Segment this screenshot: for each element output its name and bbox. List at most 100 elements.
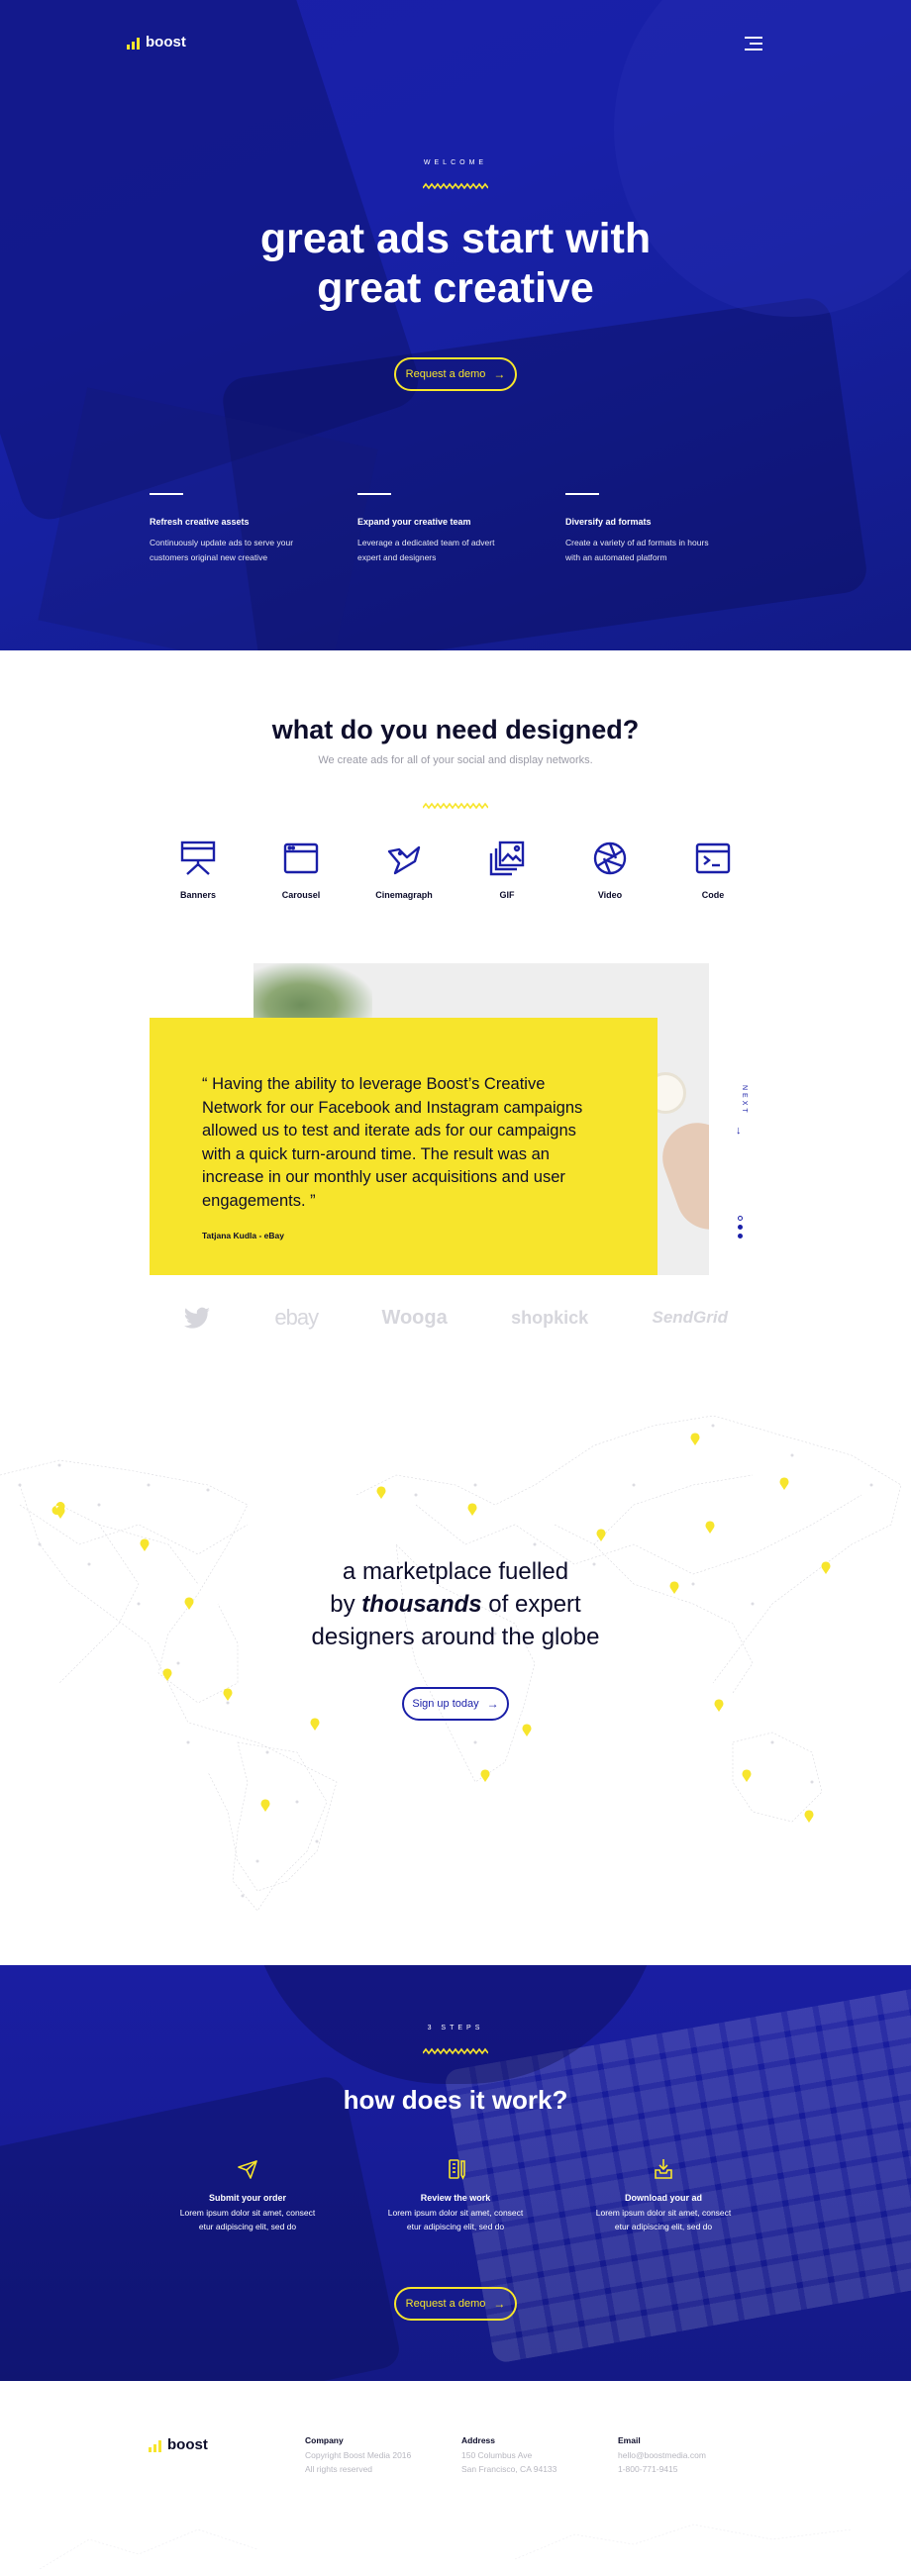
hero-title-line-1: great ads start with — [259, 215, 652, 262]
footer-address: Address 150 Columbus Ave San Francisco, … — [461, 2433, 557, 2476]
marketplace-line-2-post: of expert — [481, 1591, 581, 1618]
footer-rights: All rights reserved — [305, 2464, 373, 2474]
ad-type-code[interactable]: Code — [673, 840, 753, 900]
feature-divider — [150, 493, 183, 495]
marketplace-line-3: designers around the globe — [311, 1624, 600, 1650]
footer-email-link[interactable]: hello@boostmedia.com — [618, 2448, 706, 2462]
slider-dot[interactable] — [738, 1234, 743, 1238]
footer-city: San Francisco, CA 94133 — [461, 2464, 557, 2474]
steps-title: how does it work? — [343, 2085, 568, 2115]
sign-up-button[interactable]: Sign up today → — [402, 1687, 509, 1721]
ebay-logo: ebay — [274, 1305, 319, 1330]
footer-heading: Address — [461, 2435, 496, 2445]
step-1: Submit your order Lorem ipsum dolor sit … — [168, 2158, 327, 2233]
ad-type-label: Banners — [179, 890, 216, 900]
marketplace-heading: a marketplace fuelled by thousands of ex… — [257, 1555, 654, 1653]
hero-title: great ads start with great creative — [158, 214, 753, 313]
download-tray-icon — [655, 2159, 672, 2179]
footer-logo[interactable]: boost — [149, 2436, 208, 2453]
testimonial-card: “ Having the ability to leverage Boost’s… — [150, 1018, 658, 1275]
feature-text: Create a variety of ad formats in hours w… — [565, 538, 709, 562]
presentation-board-icon — [180, 841, 216, 875]
step-text: Lorem ipsum dolor sit amet, consect etur … — [387, 2208, 524, 2231]
marketplace-line-1: a marketplace fuelled — [342, 1558, 569, 1585]
footer-street: 150 Columbus Ave — [461, 2450, 533, 2460]
zigzag-divider-icon — [423, 2047, 488, 2055]
ad-type-label: Cinemagraph — [375, 890, 433, 900]
feature-text: Continuously update ads to serve your cus… — [150, 538, 294, 562]
ad-types-list: Banners Carousel Cinemagraph GIF Video C… — [158, 840, 753, 900]
hamburger-icon[interactable] — [745, 37, 762, 50]
request-demo-button[interactable]: Request a demo → — [394, 357, 517, 391]
camera-aperture-icon — [593, 842, 627, 875]
step-3: Download your ad Lorem ipsum dolor sit a… — [584, 2158, 743, 2233]
twitter-logo-icon — [184, 1307, 210, 1329]
ad-type-cinemagraph[interactable]: Cinemagraph — [364, 840, 444, 900]
zigzag-divider-icon — [423, 182, 488, 190]
slider-dot[interactable] — [738, 1216, 743, 1221]
step-text: Lorem ipsum dolor sit amet, consect etur … — [595, 2208, 732, 2231]
header-logo[interactable]: boost — [127, 34, 186, 50]
logo-text: boost — [167, 2436, 208, 2453]
ad-type-label: GIF — [499, 890, 515, 900]
footer — [0, 2381, 911, 2576]
ad-type-label: Video — [597, 890, 623, 900]
footer-copyright: Copyright Boost Media 2016 — [305, 2450, 412, 2460]
step-text: Lorem ipsum dolor sit amet, consect etur … — [179, 2208, 316, 2231]
footer-heading: Company — [305, 2435, 344, 2445]
logo-bars-icon — [127, 38, 140, 50]
arrow-right-icon: → — [493, 2297, 506, 2311]
browser-window-icon — [283, 842, 319, 874]
hero-eyebrow: WELCOME — [423, 159, 488, 166]
hand-image — [653, 1113, 709, 1239]
logo-bars-icon — [149, 2440, 161, 2452]
feature-text: Leverage a dedicated team of advert exper… — [357, 538, 495, 562]
slider-dot-active[interactable] — [738, 1225, 743, 1230]
sign-up-label: Sign up today — [412, 1698, 479, 1710]
ad-type-label: Carousel — [281, 890, 321, 900]
next-slide-button[interactable]: NEXT — [738, 1085, 748, 1116]
footer-heading: Email — [618, 2435, 641, 2445]
sendgrid-logo: SendGrid — [652, 1308, 728, 1327]
designed-title: what do you need designed? — [271, 715, 640, 744]
request-demo-label: Request a demo — [405, 368, 486, 380]
arrow-right-icon: → — [493, 367, 506, 381]
footer-phone[interactable]: 1-800-771-9415 — [618, 2462, 706, 2476]
logo-text: boost — [146, 34, 186, 50]
code-window-icon — [695, 842, 731, 874]
paper-plane-icon — [238, 2160, 257, 2179]
footer-company: Company Copyright Boost Media 2016 All r… — [305, 2433, 411, 2476]
designed-subtitle: We create ads for all of your social and… — [318, 754, 593, 766]
ad-type-gif[interactable]: GIF — [467, 840, 547, 900]
ad-type-video[interactable]: Video — [570, 840, 650, 900]
hero-feature-2: Expand your creative team Leverage a ded… — [357, 493, 526, 565]
steps-eyebrow: 3 STEPS — [427, 2025, 484, 2031]
step-title: Submit your order — [208, 2193, 286, 2203]
image-stack-icon — [489, 841, 525, 876]
testimonial-quote: “ Having the ability to leverage Boost’s… — [202, 1075, 583, 1210]
arrow-right-icon: → — [486, 1697, 499, 1711]
footer-email: Email hello@boostmedia.com 1-800-771-941… — [618, 2433, 706, 2476]
review-pencil-icon — [449, 2159, 465, 2180]
ad-type-label: Code — [701, 890, 725, 900]
client-logos: ebay Wooga shopkick SendGrid — [183, 1305, 728, 1331]
marketplace-line-2-pre: by — [330, 1591, 362, 1618]
request-demo-label: Request a demo — [405, 2298, 486, 2310]
marketplace-emphasis: thousands — [361, 1591, 482, 1618]
ad-type-carousel[interactable]: Carousel — [261, 840, 341, 900]
wooga-logo: Wooga — [381, 1306, 448, 1329]
request-demo-button-2[interactable]: Request a demo → — [394, 2287, 517, 2321]
feature-divider — [565, 493, 599, 495]
feature-title: Refresh creative assets — [150, 517, 250, 527]
hero-title-line-2: great creative — [317, 264, 594, 312]
feature-title: Diversify ad formats — [565, 517, 652, 527]
step-2: Review the work Lorem ipsum dolor sit am… — [376, 2158, 535, 2233]
hero-feature-3: Diversify ad formats Create a variety of… — [565, 493, 734, 565]
footer-map-pattern — [39, 2524, 853, 2570]
feature-divider — [357, 493, 391, 495]
hero-feature-1: Refresh creative assets Continuously upd… — [150, 493, 318, 565]
zigzag-divider-icon — [423, 802, 488, 810]
step-title: Review the work — [420, 2193, 491, 2203]
ad-type-banners[interactable]: Banners — [158, 840, 238, 900]
arrow-down-icon[interactable]: ↓ — [736, 1125, 742, 1137]
